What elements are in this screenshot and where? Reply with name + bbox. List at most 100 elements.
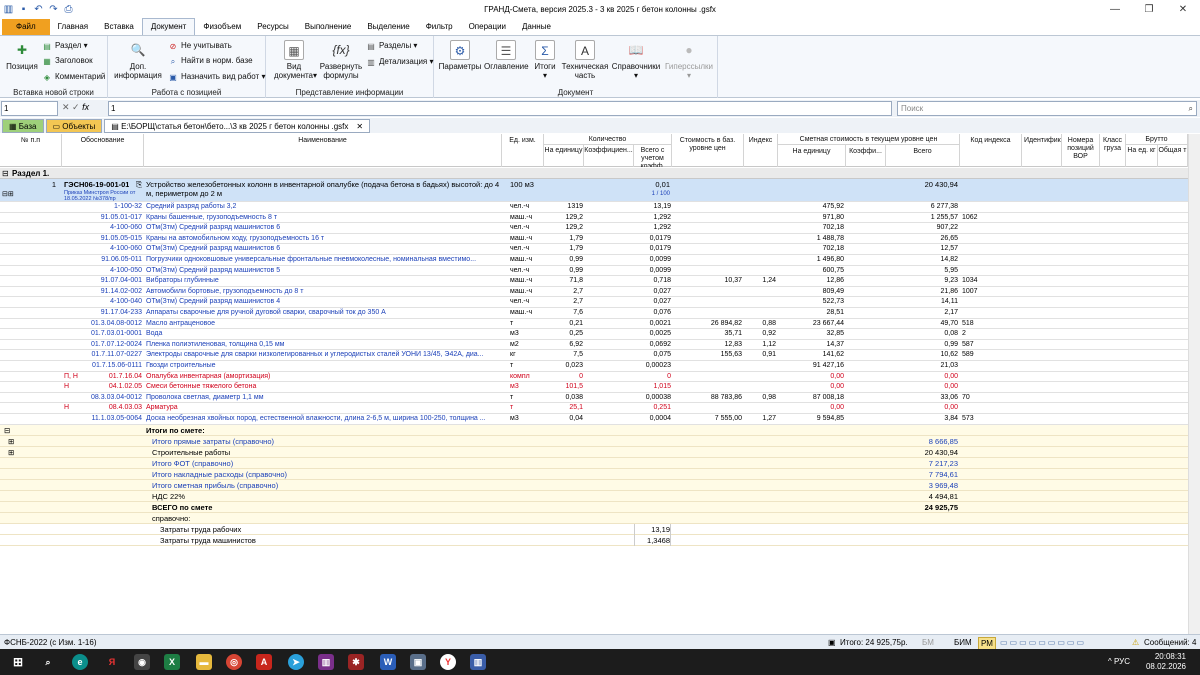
tab-home[interactable]: Главная — [50, 19, 96, 35]
totals-row[interactable]: ⊞ Итого прямые затраты (справочно) 8 666,8… — [0, 435, 1188, 447]
redo-icon[interactable]: ↷ — [48, 4, 59, 15]
search-input[interactable]: Поиск ⌕ — [897, 101, 1197, 116]
norm-base-status[interactable]: ФСНБ-2022 (с Изм. 1-16) — [4, 637, 97, 648]
labor-workers-row[interactable]: Затраты труда рабочих 13,19 — [0, 523, 1188, 535]
resource-row[interactable]: Н 08.4.03.03 Арматура т 25,1 0,251 0,00 0,00 — [0, 403, 1188, 414]
word-icon[interactable]: W — [380, 654, 396, 670]
assign-type-button[interactable]: ▣ Назначить вид работ ▾ — [168, 71, 265, 82]
ignore-button[interactable]: ⊘ Не учитывать — [168, 40, 232, 51]
tab-execution[interactable]: Выполнение — [297, 19, 360, 35]
tab-resources[interactable]: Ресурсы — [249, 19, 297, 35]
chrome-icon[interactable]: ◎ — [226, 654, 242, 670]
tab-physvolume[interactable]: Физобъем — [195, 19, 249, 35]
col-cur-per[interactable]: На единицу — [778, 145, 846, 167]
yandex-icon[interactable]: Я — [104, 654, 120, 670]
restore-icon[interactable]: ❐ — [1132, 0, 1166, 19]
winrar-icon[interactable]: ▥ — [318, 654, 334, 670]
col-cur-total[interactable]: Всего — [886, 145, 960, 167]
tab-objects[interactable]: ▭ Объекты — [45, 118, 103, 133]
resource-row[interactable]: 4-100-040 ОТм(Зтм) Средний разряд машинис… — [0, 297, 1188, 308]
tab-filter[interactable]: Фильтр — [418, 19, 461, 35]
resource-row[interactable]: 91.14.02-002 Автомобили бортовые, грузопо… — [0, 287, 1188, 298]
expand-total-icon[interactable]: ⊞ — [8, 436, 14, 447]
resource-row[interactable]: 4-100-060 ОТм(Зтм) Средний разряд машинис… — [0, 223, 1188, 234]
col-cargo[interactable]: Класс груза — [1100, 134, 1126, 167]
resource-row[interactable]: Н 04.1.02.05 Смеси бетонные тяжелого бетон… — [0, 382, 1188, 393]
tab-insert[interactable]: Вставка — [96, 19, 142, 35]
resource-row[interactable]: 08.3.03.04-0012 Проволока светлая, диамет… — [0, 393, 1188, 404]
totals-row[interactable]: НДС 22% 4 494,81 — [0, 490, 1188, 502]
cell-address-input[interactable]: 1 — [1, 101, 58, 116]
col-name[interactable]: Наименование — [144, 134, 502, 167]
resource-row[interactable]: 01.7.07.12-0024 Пленка полиэтиленовая, то… — [0, 340, 1188, 351]
totals-row[interactable]: Итого ФОТ (справочно) 7 217,23 — [0, 457, 1188, 469]
sections-button[interactable]: ▤ Разделы ▾ — [366, 40, 417, 51]
bim-toggle[interactable]: БИМ — [954, 637, 972, 648]
tab-base[interactable]: ▦ База — [2, 118, 44, 133]
undo-icon[interactable]: ↶ — [33, 4, 44, 15]
col-basis[interactable]: Обоснование — [62, 134, 144, 167]
excel-icon[interactable]: X — [164, 654, 180, 670]
tech-part-button[interactable]: A Техническая часть — [560, 40, 610, 80]
grand-smeta-icon[interactable]: ▥ — [470, 654, 486, 670]
section-button[interactable]: ▤ Раздел ▾ — [42, 40, 87, 51]
totals-button[interactable]: Σ Итоги ▾ — [530, 40, 560, 80]
search-icon[interactable]: ⌕ — [1189, 102, 1193, 115]
edge-icon[interactable]: e — [72, 654, 88, 670]
col-identifier[interactable]: Идентификатор — [1022, 134, 1062, 167]
resource-row[interactable]: П, Н 01.7.16.04 Опалубка инвентарная (амор… — [0, 372, 1188, 383]
totals-row[interactable]: Итого сметная прибыль (справочно) 3 969,4… — [0, 479, 1188, 491]
labor-machinists-row[interactable]: Затраты труда машинистов 1,3468 — [0, 534, 1188, 546]
resource-row[interactable]: 11.1.03.05-0064 Доска необрезная хвойных … — [0, 414, 1188, 425]
windows-start-icon[interactable]: ⊞ — [10, 654, 26, 670]
close-icon[interactable]: ✕ — [1166, 0, 1200, 19]
minimize-icon[interactable]: — — [1098, 0, 1132, 19]
resource-row[interactable]: 91.05.01-017 Краны башенные, грузоподъемн… — [0, 213, 1188, 224]
heading-button[interactable]: ▦ Заголовок — [42, 55, 92, 66]
photos-icon[interactable]: ▣ — [410, 654, 426, 670]
comment-button[interactable]: ◈ Комментарий — [42, 71, 105, 82]
position-button[interactable]: ✚ Позиция — [4, 40, 40, 71]
resource-row[interactable]: 91.17.04-233 Аппараты сварочные для ручно… — [0, 308, 1188, 319]
resource-row[interactable]: 01.3.04.08-0012 Масло антраценовое т 0,21 0,… — [0, 319, 1188, 330]
tab-selection[interactable]: Выделение — [359, 19, 417, 35]
expand-total-icon[interactable]: ⊞ — [8, 447, 14, 458]
resource-row[interactable]: 01.7.03.01-0001 Вода м3 0,25 0,0025 35,71 0,92… — [0, 329, 1188, 340]
detail-button[interactable]: ▥ Детализация ▾ — [366, 56, 433, 67]
save-icon[interactable]: ▪ — [18, 4, 29, 15]
resource-row[interactable]: 01.7.11.07-0227 Электроды сварочные для с… — [0, 350, 1188, 361]
resource-row[interactable]: 4-100-050 ОТм(Зтм) Средний разряд машинис… — [0, 266, 1188, 277]
messages-status[interactable]: Сообщений: 4 — [1144, 637, 1196, 648]
tab-estimate-file[interactable]: ▤ E:\БОРЩ\статья бетон\бето...\3 кв 2025… — [104, 118, 371, 133]
expand-formulas-button[interactable]: {fx} Развернуть формулы — [316, 40, 366, 80]
totals-header-row[interactable]: ⊟ Итоги по смете: — [0, 424, 1188, 436]
doc-view-button[interactable]: ▦ Вид документа▾ — [274, 40, 317, 80]
col-cur-coef[interactable]: Коэффи... — [846, 145, 886, 167]
col-index[interactable]: Индекс — [744, 134, 778, 167]
col-gross-unit[interactable]: На ед. кг — [1126, 145, 1158, 167]
collapse-totals-icon[interactable]: ⊟ — [4, 425, 10, 436]
resource-row[interactable]: 1-100-32 Средний разряд работы 3,2 чел.-ч 1… — [0, 202, 1188, 213]
col-gross-total[interactable]: Общая т — [1158, 145, 1188, 167]
totals-row[interactable]: Итого накладные расходы (справочно) 7 794… — [0, 468, 1188, 480]
camera-app-icon[interactable]: ◉ — [134, 654, 150, 670]
find-norm-button[interactable]: ⌕ Найти в норм. базе — [168, 55, 253, 66]
collapse-section-icon[interactable]: ⊟ — [2, 168, 9, 179]
tray-area[interactable]: ^ РУС — [1108, 657, 1130, 666]
col-qty-coef[interactable]: Коэффициен... — [584, 145, 634, 167]
explorer-icon[interactable]: ▬ — [196, 654, 212, 670]
vertical-scrollbar[interactable] — [1188, 134, 1200, 634]
params-button[interactable]: ⚙ Параметры — [438, 40, 482, 71]
view-mode-icons[interactable]: ▭▭▭▭▭▭▭▭▭ — [1000, 637, 1086, 648]
hyperlinks-button[interactable]: ● Гиперссылки ▾ — [662, 40, 716, 80]
resource-row[interactable]: 01.7.15.06-0111 Гвозди строительные т 0,023… — [0, 361, 1188, 372]
totals-row[interactable]: ВСЕГО по смете 24 925,75 — [0, 501, 1188, 513]
position-row[interactable]: ⊟⊞ 1 ГЭСН06-19-001-01 ⎘ Приказ Минстроя … — [0, 179, 1188, 202]
print-icon[interactable]: ⎙ — [63, 4, 74, 15]
resource-row[interactable]: 91.05.05-015 Краны на автомобильном ходу,… — [0, 234, 1188, 245]
telegram-icon[interactable]: ➤ — [288, 654, 304, 670]
pdf-icon[interactable]: A — [256, 654, 272, 670]
tab-data[interactable]: Данные — [514, 19, 559, 35]
clock[interactable]: 20:08:31 08.02.2026 — [1146, 652, 1186, 672]
toc-button[interactable]: ☰ Оглавление — [484, 40, 529, 71]
